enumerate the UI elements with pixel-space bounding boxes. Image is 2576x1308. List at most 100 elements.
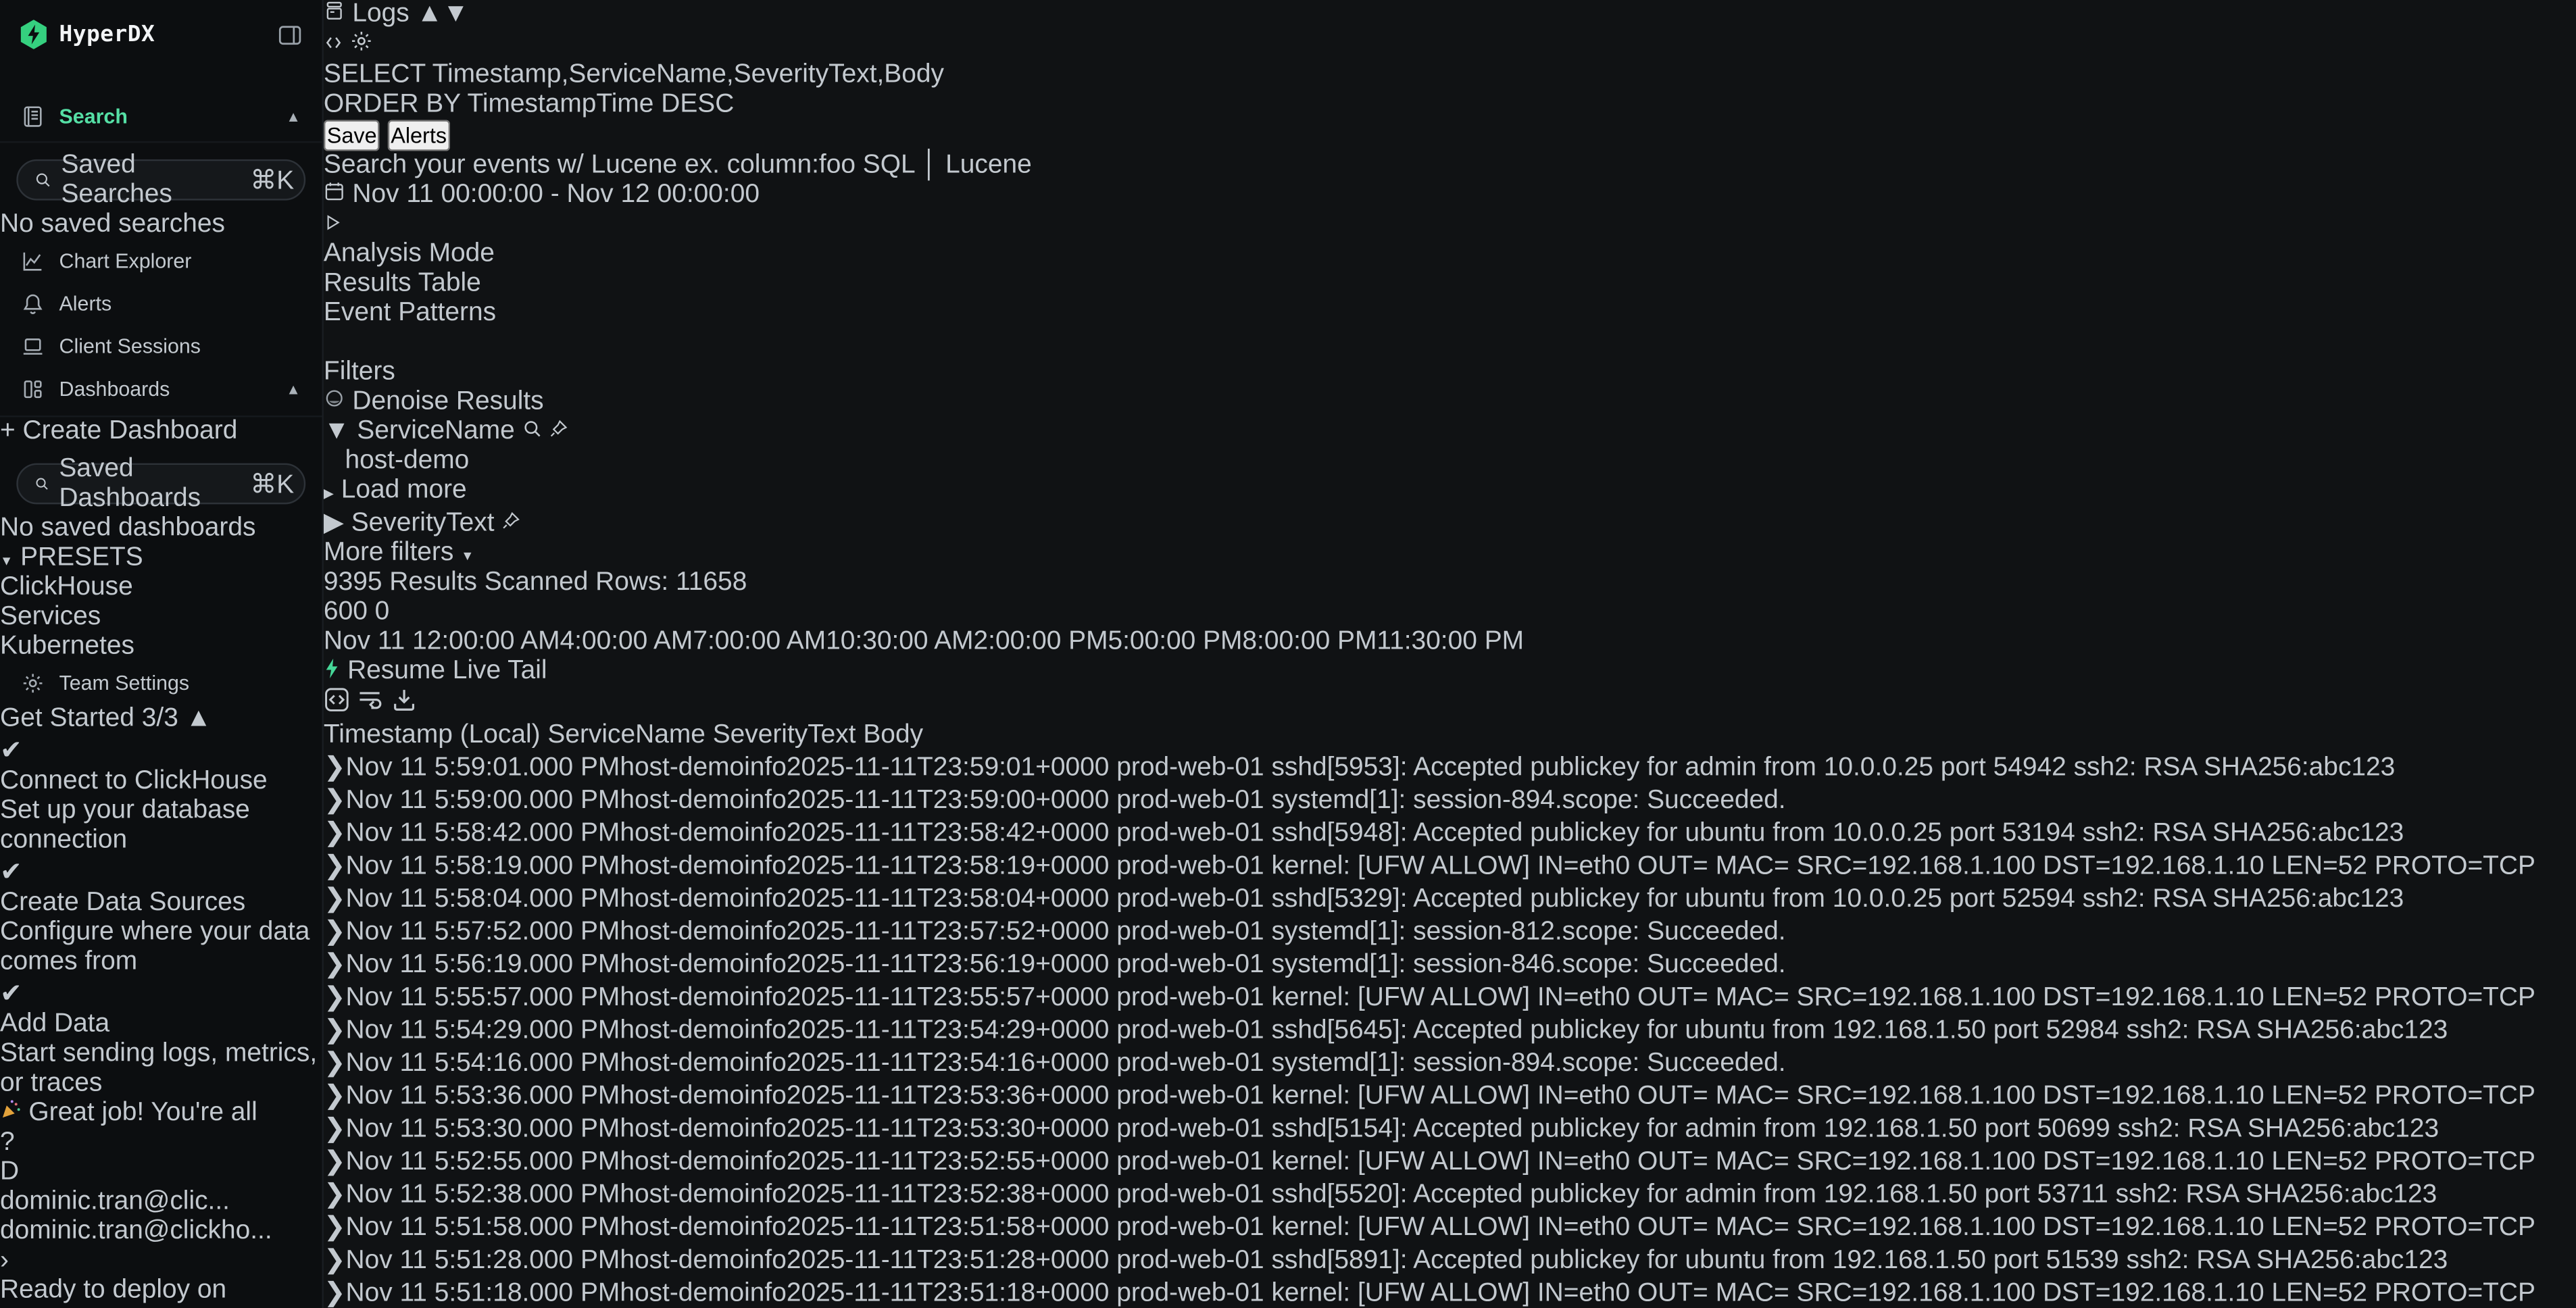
log-row[interactable]: ❯Nov 11 5:59:01.000 PMhost-demoinfo2025-…: [324, 751, 2535, 784]
sidebar-item-dashboards[interactable]: Dashboards ▲: [0, 368, 322, 418]
expand-row-icon[interactable]: ❯: [324, 1017, 346, 1045]
no-saved-dashboards-text: No saved dashboards: [0, 514, 322, 544]
expand-row-icon[interactable]: ❯: [324, 1214, 346, 1242]
mode-event-patterns[interactable]: Event Patterns: [324, 299, 2535, 328]
expand-row-icon[interactable]: ❯: [324, 1280, 346, 1307]
sidebar-item-search[interactable]: Search ▲: [0, 95, 322, 143]
log-row[interactable]: ❯Nov 11 5:53:30.000 PMhost-demoinfo2025-…: [324, 1112, 2535, 1145]
x-tick-label: 4:00:00 AM: [560, 628, 693, 655]
source-settings-gear-icon[interactable]: [351, 31, 374, 59]
chevron-up-icon[interactable]: ▲: [286, 381, 301, 397]
run-query-button[interactable]: [324, 210, 2535, 240]
log-row[interactable]: ❯Nov 11 5:51:18.000 PMhost-demoinfo2025-…: [324, 1276, 2535, 1308]
date-range-picker[interactable]: Nov 11 00:00:00 - Nov 12 00:00:00: [324, 180, 2535, 210]
expand-row-icon[interactable]: ❯: [324, 984, 346, 1011]
expand-row-icon[interactable]: ❯: [324, 853, 346, 880]
results-count: 9395 Results: [324, 568, 477, 596]
log-row[interactable]: ❯Nov 11 5:51:28.000 PMhost-demoinfo2025-…: [324, 1243, 2535, 1276]
filter-group-severitytext[interactable]: ▶ SeverityText: [324, 506, 2535, 539]
get-started-header[interactable]: Get Started 3/3 ▲: [0, 705, 322, 734]
expand-row-icon[interactable]: ❯: [324, 820, 346, 847]
select-keyword: SELECT: [324, 61, 432, 89]
saved-dashboards-input[interactable]: Saved Dashboards ⌘K: [16, 463, 305, 505]
table-header: Timestamp (Local) ServiceName SeverityTe…: [324, 721, 2535, 751]
log-row[interactable]: ❯Nov 11 5:59:00.000 PMhost-demoinfo2025-…: [324, 784, 2535, 817]
log-row[interactable]: ❯Nov 11 5:58:19.000 PMhost-demoinfo2025-…: [324, 849, 2535, 882]
log-row[interactable]: ❯Nov 11 5:57:52.000 PMhost-demoinfo2025-…: [324, 915, 2535, 948]
pin-icon[interactable]: [501, 511, 521, 530]
col-timestamp[interactable]: Timestamp (Local): [324, 721, 541, 749]
order-by-keyword: ORDER BY: [324, 91, 468, 118]
log-row[interactable]: ❯Nov 11 5:52:55.000 PMhost-demoinfo2025-…: [324, 1144, 2535, 1178]
preset-kubernetes[interactable]: Kubernetes: [0, 632, 322, 662]
lucene-toggle[interactable]: Lucene: [945, 151, 1032, 179]
app-title: HyperDX: [59, 22, 155, 48]
expand-row-icon[interactable]: ❯: [324, 918, 346, 946]
log-row[interactable]: ❯Nov 11 5:58:04.000 PMhost-demoinfo2025-…: [324, 882, 2535, 915]
expand-row-icon[interactable]: ❯: [324, 1082, 346, 1110]
source-select[interactable]: Logs ▲▼: [324, 0, 2535, 30]
chevron-up-icon[interactable]: ▲: [286, 108, 301, 124]
search-icon[interactable]: [522, 419, 542, 438]
log-row[interactable]: ❯Nov 11 5:51:58.000 PMhost-demoinfo2025-…: [324, 1211, 2535, 1244]
alerts-button[interactable]: Alerts: [387, 120, 450, 151]
order-by-input[interactable]: ORDER BY TimestampTime DESC: [324, 91, 2535, 120]
preset-services[interactable]: Services: [0, 603, 322, 632]
denoise-results-option[interactable]: Denoise Results: [324, 388, 2535, 418]
expand-row-icon[interactable]: ❯: [324, 1148, 346, 1176]
y-tick-max: 600: [324, 598, 368, 626]
expand-row-icon[interactable]: ❯: [324, 754, 346, 782]
log-row[interactable]: ❯Nov 11 5:53:36.000 PMhost-demoinfo2025-…: [324, 1079, 2535, 1112]
create-dashboard-button[interactable]: + Create Dashboard: [0, 418, 322, 447]
sidebar-item-client-sessions[interactable]: Client Sessions: [0, 325, 322, 368]
expand-row-icon[interactable]: ❯: [324, 951, 346, 979]
expand-row-icon[interactable]: ❯: [324, 1181, 346, 1209]
log-row[interactable]: ❯Nov 11 5:58:42.000 PMhost-demoinfo2025-…: [324, 816, 2535, 849]
cell-body: 2025-11-11T23:57:52+0000 prod-web-01 sys…: [787, 918, 1786, 946]
load-more-button[interactable]: ▶ Load more: [324, 476, 2535, 506]
sidebar-item-chart-explorer[interactable]: Chart Explorer: [0, 240, 322, 282]
col-servicename[interactable]: ServiceName: [547, 721, 705, 749]
event-search-input[interactable]: Search your events w/ Lucene ex. column:…: [324, 151, 2535, 181]
service-filter-host-demo[interactable]: host-demo: [345, 447, 2535, 476]
mode-results-table[interactable]: Results Table: [324, 270, 2535, 299]
wrap-text-icon[interactable]: [357, 686, 384, 713]
presets-section[interactable]: ▼ PRESETS: [0, 544, 322, 574]
select-columns-input[interactable]: SELECT Timestamp,ServiceName,SeverityTex…: [324, 61, 2535, 91]
expand-row-icon[interactable]: ❯: [324, 1115, 346, 1143]
collapse-sidebar-icon[interactable]: [278, 22, 302, 47]
expand-row-icon[interactable]: ❯: [324, 885, 346, 913]
sidebar-item-label: Client Sessions: [59, 335, 201, 358]
resume-live-tail-button[interactable]: Resume Live Tail: [324, 657, 2535, 686]
cell-timestamp: Nov 11 5:58:04.000 PM: [346, 885, 620, 913]
more-filters-button[interactable]: More filters ▼: [324, 538, 2535, 568]
cell-timestamp: Nov 11 5:52:55.000 PM: [346, 1148, 620, 1176]
col-body[interactable]: Body: [863, 721, 923, 749]
expand-row-icon[interactable]: ❯: [324, 1049, 346, 1077]
expand-row-icon[interactable]: ❯: [324, 1247, 346, 1274]
sidebar-item-alerts[interactable]: Alerts: [0, 282, 322, 325]
saved-searches-input[interactable]: Saved Searches ⌘K: [16, 159, 305, 201]
preset-clickhouse[interactable]: ClickHouse: [0, 573, 322, 603]
help-button[interactable]: ?: [0, 1128, 322, 1158]
edit-source-icon[interactable]: [324, 31, 351, 59]
log-row[interactable]: ❯Nov 11 5:56:19.000 PMhost-demoinfo2025-…: [324, 948, 2535, 981]
log-row[interactable]: ❯Nov 11 5:55:57.000 PMhost-demoinfo2025-…: [324, 980, 2535, 1013]
pin-icon[interactable]: [549, 419, 569, 438]
chevron-up-icon[interactable]: ▲: [186, 705, 212, 732]
view-source-icon[interactable]: [324, 686, 350, 713]
hyperdx-app: HyperDX Search ▲ Saved Searches ⌘K No sa…: [0, 0, 2576, 1308]
log-row[interactable]: ❯Nov 11 5:54:29.000 PMhost-demoinfo2025-…: [324, 1013, 2535, 1047]
expand-row-icon[interactable]: ❯: [324, 787, 346, 815]
get-started-step: ✔ Add Data Start sending logs, metrics, …: [0, 978, 322, 1099]
filter-group-servicename[interactable]: ▼ ServiceName: [324, 418, 2535, 447]
sql-toggle[interactable]: SQL: [863, 151, 914, 179]
events-histogram[interactable]: 600 0: [324, 598, 2535, 628]
col-severitytext[interactable]: SeverityText: [713, 721, 856, 749]
save-button[interactable]: Save: [324, 120, 380, 151]
sidebar-item-team-settings[interactable]: Team Settings: [0, 662, 322, 705]
user-menu[interactable]: D dominic.tran@clic... dominic.tran@clic…: [0, 1158, 322, 1276]
download-icon[interactable]: [391, 686, 417, 713]
log-row[interactable]: ❯Nov 11 5:54:16.000 PMhost-demoinfo2025-…: [324, 1047, 2535, 1080]
log-row[interactable]: ❯Nov 11 5:52:38.000 PMhost-demoinfo2025-…: [324, 1178, 2535, 1211]
